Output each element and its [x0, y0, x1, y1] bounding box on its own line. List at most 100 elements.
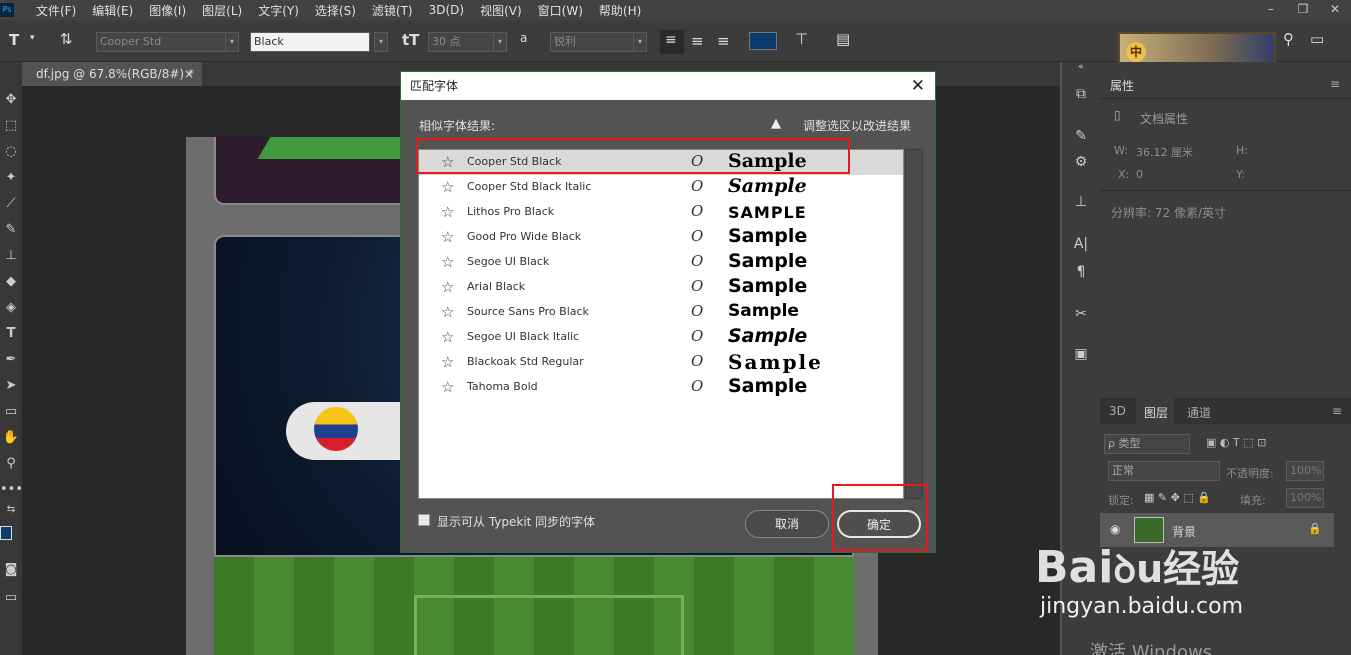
menu-layer[interactable]: 图层(L): [194, 2, 250, 19]
typekit-checkbox[interactable]: [418, 514, 430, 526]
menu-image[interactable]: 图像(I): [141, 2, 194, 19]
type-tool-icon[interactable]: T: [9, 31, 19, 49]
menu-window[interactable]: 窗口(W): [530, 2, 591, 19]
align-left-button[interactable]: ≡: [660, 30, 684, 54]
magic-wand-icon[interactable]: ✦: [0, 170, 22, 185]
menu-file[interactable]: 文件(F): [28, 2, 84, 19]
screen-mode-icon[interactable]: ▭: [0, 590, 22, 605]
close-window-icon[interactable]: ✕: [1319, 0, 1351, 20]
tab-close-icon[interactable]: ×: [184, 62, 194, 86]
align-center-icon[interactable]: ≡: [691, 32, 704, 50]
search-icon[interactable]: ⚲: [1283, 30, 1294, 48]
font-family-field[interactable]: Cooper Std: [96, 32, 226, 52]
tab-layers[interactable]: 图层: [1136, 398, 1174, 424]
font-row[interactable]: ☆ Segoe UI Black O Sample: [419, 250, 903, 275]
collapse-left-icon[interactable]: «: [1062, 62, 1100, 72]
path-select-icon[interactable]: ➤: [0, 378, 22, 393]
font-row[interactable]: ☆ Tahoma Bold O Sample: [419, 375, 903, 400]
menu-filter[interactable]: 滤镜(T): [364, 2, 421, 19]
favorite-star-icon[interactable]: ☆: [441, 228, 454, 246]
more-tools-icon[interactable]: •••: [0, 482, 23, 497]
history-panel-icon[interactable]: ⧉: [1062, 86, 1100, 102]
filter-icons[interactable]: ▣ ◐ T ⬚ ⊡: [1206, 436, 1266, 449]
font-row[interactable]: ☆ Source Sans Pro Black O Sample: [419, 300, 903, 325]
favorite-star-icon[interactable]: ☆: [441, 328, 454, 346]
character-icon[interactable]: A|: [1062, 236, 1100, 252]
hand-tool-icon[interactable]: ✋: [0, 430, 22, 445]
favorite-star-icon[interactable]: ☆: [441, 278, 454, 296]
move-tool-icon[interactable]: ✥: [0, 92, 22, 107]
lock-icons[interactable]: ▦ ✎ ✥ ⬚ 🔒: [1144, 491, 1211, 504]
align-right-icon[interactable]: ≡: [717, 32, 730, 50]
layer-filter-field[interactable]: ρ 类型: [1104, 434, 1190, 454]
foreground-color[interactable]: [0, 526, 12, 540]
eyedropper-icon[interactable]: ⟋: [0, 196, 22, 211]
text-orientation-icon[interactable]: ⇅: [60, 30, 73, 48]
favorite-star-icon[interactable]: ☆: [441, 203, 454, 221]
antialias-dropdown-icon[interactable]: ▾: [633, 32, 647, 52]
favorite-star-icon[interactable]: ☆: [441, 303, 454, 321]
antialias-field[interactable]: 锐利: [550, 32, 634, 52]
paragraph-icon[interactable]: ¶: [1062, 264, 1100, 280]
opacity-field[interactable]: 100%: [1286, 461, 1324, 481]
chevron-down-icon[interactable]: ▾: [30, 33, 35, 43]
properties-tab[interactable]: 属性: [1110, 77, 1134, 94]
favorite-star-icon[interactable]: ☆: [441, 178, 454, 196]
restore-icon[interactable]: ❐: [1287, 0, 1319, 20]
document-tab[interactable]: df.jpg @ 67.8%(RGB/8#) * ×: [22, 62, 202, 86]
brush-tool-icon[interactable]: ✎: [0, 222, 22, 237]
minimize-icon[interactable]: –: [1255, 0, 1287, 20]
tab-channels[interactable]: 通道: [1187, 404, 1211, 421]
font-row[interactable]: ☆ Segoe UI Black Italic O Sample: [419, 325, 903, 350]
font-row[interactable]: ☆ Lithos Pro Black O SAMPLE: [419, 200, 903, 225]
menu-view[interactable]: 视图(V): [472, 2, 530, 19]
tools-preset-icon[interactable]: ✂: [1062, 306, 1100, 322]
fill-field[interactable]: 100%: [1286, 488, 1324, 508]
font-size-field[interactable]: 30 点: [428, 32, 494, 52]
stamp-tool-icon[interactable]: ⊥: [0, 248, 22, 263]
font-row[interactable]: ☆ Cooper Std Black Italic O Sample: [419, 175, 903, 200]
libraries-icon[interactable]: ▣: [1062, 346, 1100, 362]
layers-menu-icon[interactable]: ≡: [1332, 404, 1342, 418]
ime-mode-badge[interactable]: 中: [1126, 42, 1146, 62]
visibility-eye-icon[interactable]: ◉: [1110, 522, 1120, 536]
favorite-star-icon[interactable]: ☆: [441, 253, 454, 271]
favorite-star-icon[interactable]: ☆: [441, 378, 454, 396]
menu-3d[interactable]: 3D(D): [421, 3, 472, 17]
adjustments-panel-icon[interactable]: ⚙: [1062, 154, 1100, 170]
menu-type[interactable]: 文字(Y): [250, 2, 307, 19]
paint-bucket-icon[interactable]: ◈: [0, 300, 22, 315]
font-family-dropdown-icon[interactable]: ▾: [225, 32, 239, 52]
font-style-field[interactable]: Black: [250, 32, 370, 52]
brush-panel-icon[interactable]: ✎: [1062, 128, 1100, 144]
menu-help[interactable]: 帮助(H): [591, 2, 649, 19]
font-row[interactable]: ☆ Good Pro Wide Black O Sample: [419, 225, 903, 250]
menu-edit[interactable]: 编辑(E): [84, 2, 141, 19]
font-size-dropdown-icon[interactable]: ▾: [493, 32, 507, 52]
cancel-button[interactable]: 取消: [745, 510, 829, 538]
menu-select[interactable]: 选择(S): [307, 2, 364, 19]
swap-colors-icon[interactable]: ⇆: [0, 504, 22, 515]
workspace-icon[interactable]: ▭: [1310, 30, 1324, 48]
zoom-tool-icon[interactable]: ⚲: [0, 456, 22, 471]
favorite-star-icon[interactable]: ☆: [441, 353, 454, 371]
font-row[interactable]: ☆ Arial Black O Sample: [419, 275, 903, 300]
type-tool-icon-left[interactable]: T: [0, 326, 22, 341]
clone-source-icon[interactable]: ⊥: [1062, 194, 1100, 210]
blend-mode-field[interactable]: 正常: [1108, 461, 1220, 481]
pen-tool-icon[interactable]: ✒: [0, 352, 22, 367]
font-row[interactable]: ☆ Blackoak Std Regular O Sample: [419, 350, 903, 375]
text-color-swatch[interactable]: [749, 32, 777, 50]
panel-menu-icon[interactable]: ≡: [1330, 77, 1340, 91]
warp-text-icon[interactable]: ⊤: [795, 30, 808, 48]
close-icon[interactable]: ✕: [911, 72, 925, 100]
character-panel-icon[interactable]: ▤: [836, 30, 850, 48]
list-scrollbar[interactable]: [905, 149, 923, 499]
font-style-dropdown-icon[interactable]: ▾: [374, 32, 388, 52]
lasso-tool-icon[interactable]: ◌: [0, 144, 22, 159]
shape-tool-icon[interactable]: ▭: [0, 404, 22, 419]
marquee-tool-icon[interactable]: ⬚: [0, 118, 22, 133]
eraser-tool-icon[interactable]: ◆: [0, 274, 22, 289]
quick-mask-icon[interactable]: ◙: [0, 562, 22, 577]
tab-3d[interactable]: 3D: [1109, 404, 1126, 418]
